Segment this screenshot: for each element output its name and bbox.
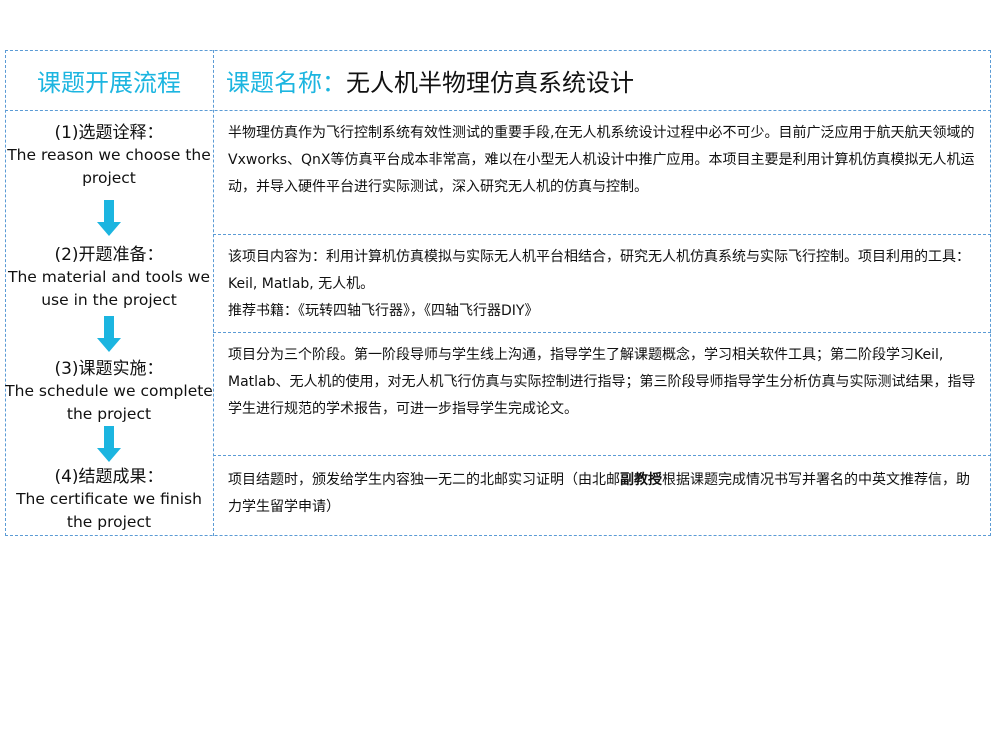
step-4-title: (4)结题成果： [54,467,164,487]
step-2: (2)开题准备： The material and tools we use i… [5,244,213,312]
step-1-subtitle: The reason we choose the project [7,146,211,187]
row-divider-1 [213,234,991,235]
section-3-paragraph: 项目分为三个阶段。第一阶段导师与学生线上沟通，指导学生了解课题概念，学习相关软件… [228,347,976,417]
arrow-down-icon [97,200,121,236]
section-3-text: 项目分为三个阶段。第一阶段导师与学生线上沟通，指导学生了解课题概念，学习相关软件… [228,342,976,423]
section-4-text-before: 项目结题时，颁发给学生内容独一无二的北邮实习证明（由北邮 [228,472,620,488]
project-title-value: 无人机半物理仿真系统设计 [346,68,634,97]
section-1-paragraph: 半物理仿真作为飞行控制系统有效性测试的重要手段,在无人机系统设计过程中必不可少。… [228,125,975,195]
arrow-down-icon [97,316,121,352]
arrow-down-icon [97,426,121,462]
step-3: (3)课题实施： The schedule we complete the pr… [5,358,213,426]
row-divider-2 [213,332,991,333]
step-4: (4)结题成果： The certificate we finish the p… [5,466,213,534]
section-4-paragraph: 项目结题时，颁发给学生内容独一无二的北邮实习证明（由北邮副教授根据课题完成情况书… [228,467,976,521]
row-divider-3 [213,455,991,456]
step-1-title: (1)选题诠释： [54,123,164,143]
section-4-text: 项目结题时，颁发给学生内容独一无二的北邮实习证明（由北邮副教授根据课题完成情况书… [228,467,976,521]
step-2-title: (2)开题准备： [54,245,164,265]
process-heading: 课题开展流程 [37,68,181,97]
project-title-label: 课题名称： [226,68,346,97]
section-2-paragraph: 该项目内容为：利用计算机仿真模拟与实际无人机平台相结合，研究无人机仿真系统与实际… [228,249,970,292]
step-3-subtitle: The schedule we complete the project [5,382,213,423]
step-4-subtitle: The certificate we finish the project [16,490,202,531]
section-1-text: 半物理仿真作为飞行控制系统有效性测试的重要手段,在无人机系统设计过程中必不可少。… [228,120,976,201]
step-2-subtitle: The material and tools we use in the pro… [7,268,211,309]
section-2-books: 推荐书籍：《玩转四轴飞行器》，《四轴飞行器DIY》 [228,303,539,319]
column-divider [213,50,214,536]
step-3-title: (3)课题实施： [54,359,164,379]
section-4-text-bold: 副教授 [620,472,662,488]
step-1: (1)选题诠释： The reason we choose the projec… [5,122,213,190]
section-2-text: 该项目内容为：利用计算机仿真模拟与实际无人机平台相结合，研究无人机仿真系统与实际… [228,244,976,325]
header-divider [5,110,991,111]
project-title: 课题名称： 无人机半物理仿真系统设计 [226,50,634,110]
